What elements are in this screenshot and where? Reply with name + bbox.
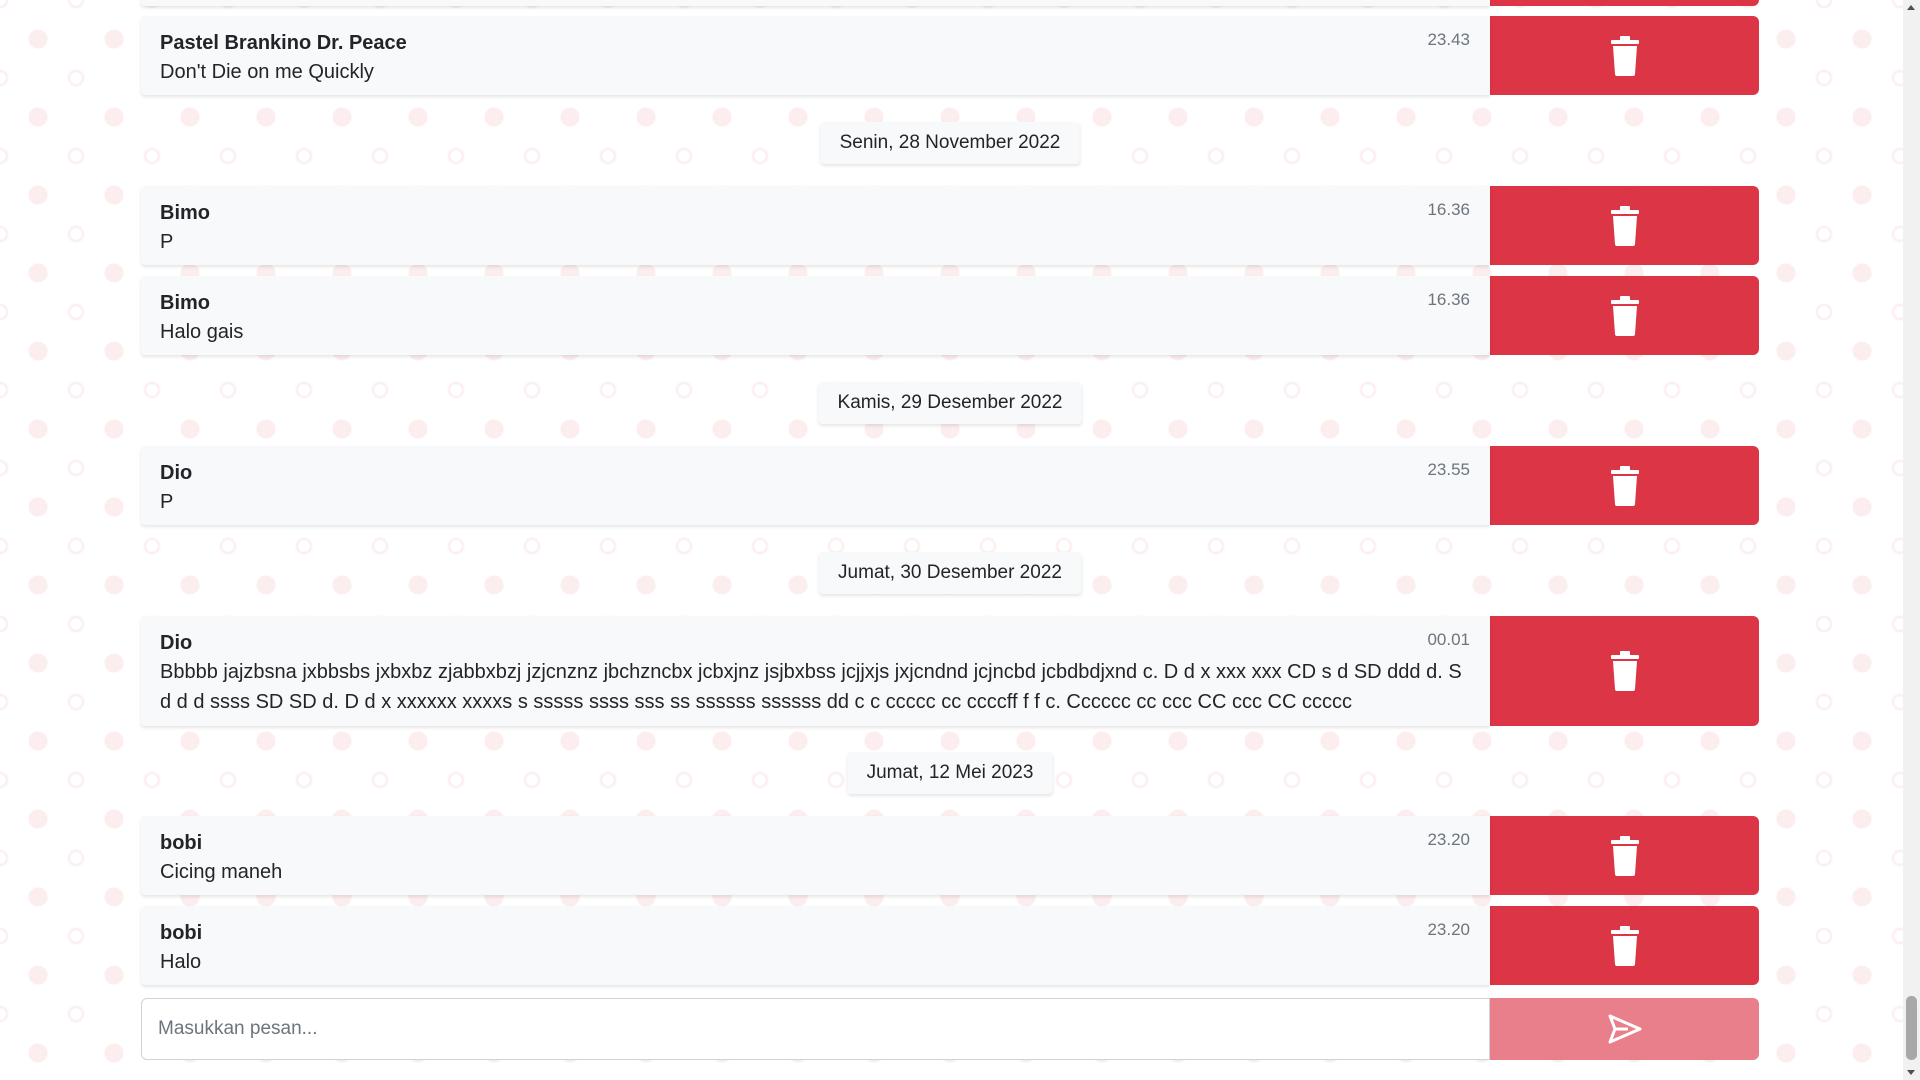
message-sender: Bimo bbox=[160, 202, 210, 224]
trash-icon bbox=[1610, 295, 1639, 336]
send-button[interactable] bbox=[1490, 998, 1759, 1060]
scroll-thumb[interactable] bbox=[1906, 996, 1917, 1060]
message-bubble bbox=[141, 0, 1490, 6]
message-bubble: bobi Cicing maneh 23.20 bbox=[141, 816, 1490, 895]
message-row-partial bbox=[141, 0, 1759, 6]
delete-button[interactable] bbox=[1490, 276, 1759, 355]
delete-button[interactable] bbox=[1490, 616, 1759, 726]
message-time: 23.55 bbox=[1427, 460, 1470, 479]
trash-icon bbox=[1610, 35, 1639, 76]
trash-icon bbox=[1610, 205, 1639, 246]
message-text: P bbox=[160, 231, 174, 253]
delete-button[interactable] bbox=[1490, 446, 1759, 525]
message-input[interactable] bbox=[141, 998, 1490, 1060]
message-bubble: Pastel Brankino Dr. Peace Don't Die on m… bbox=[141, 16, 1490, 95]
message-time: 23.43 bbox=[1427, 30, 1470, 49]
message-row: Bimo P 16.36 bbox=[141, 186, 1759, 265]
delete-button[interactable] bbox=[1490, 0, 1759, 6]
trash-icon bbox=[1610, 835, 1639, 876]
message-row: Pastel Brankino Dr. Peace Don't Die on m… bbox=[141, 16, 1759, 95]
date-separator: Jumat, 30 Desember 2022 bbox=[819, 552, 1081, 594]
trash-icon bbox=[1610, 465, 1639, 506]
delete-button[interactable] bbox=[1490, 186, 1759, 265]
message-sender: Bimo bbox=[160, 292, 210, 314]
date-separator: Jumat, 12 Mei 2023 bbox=[847, 752, 1053, 794]
message-sender: Pastel Brankino Dr. Peace bbox=[160, 32, 407, 54]
message-row: Dio Bbbbb jajzbsna jxbbsbs jxbxbz zjabbx… bbox=[141, 616, 1759, 726]
message-bubble: Dio P 23.55 bbox=[141, 446, 1490, 525]
delete-button[interactable] bbox=[1490, 816, 1759, 895]
message-bubble: bobi Halo 23.20 bbox=[141, 906, 1490, 985]
message-time: 00.01 bbox=[1427, 630, 1470, 649]
message-bubble: Dio Bbbbb jajzbsna jxbbsbs jxbxbz zjabbx… bbox=[141, 616, 1490, 726]
message-time: 16.36 bbox=[1427, 200, 1470, 219]
message-time: 16.36 bbox=[1427, 290, 1470, 309]
message-text: P bbox=[160, 491, 174, 513]
message-bubble: Bimo Halo gais 16.36 bbox=[141, 276, 1490, 355]
delete-button[interactable] bbox=[1490, 906, 1759, 985]
delete-button[interactable] bbox=[1490, 16, 1759, 95]
message-row: Dio P 23.55 bbox=[141, 446, 1759, 525]
message-time: 23.20 bbox=[1427, 920, 1470, 939]
message-time: 23.20 bbox=[1427, 830, 1470, 849]
message-sender: Dio bbox=[160, 632, 193, 654]
message-text: Don't Die on me Quickly bbox=[160, 61, 374, 83]
message-row: Bimo Halo gais 16.36 bbox=[141, 276, 1759, 355]
chat-container: Pastel Brankino Dr. Peace Don't Die on m… bbox=[141, 0, 1759, 1080]
trash-icon bbox=[1610, 651, 1639, 691]
date-separator: Senin, 28 November 2022 bbox=[820, 122, 1080, 164]
message-sender: bobi bbox=[160, 832, 203, 854]
message-sender: bobi bbox=[160, 922, 203, 944]
message-text: Halo bbox=[160, 951, 202, 973]
send-icon bbox=[1608, 1014, 1641, 1044]
message-text: Cicing maneh bbox=[160, 861, 283, 883]
message-row: bobi Halo 23.20 bbox=[141, 906, 1759, 985]
message-composer bbox=[141, 998, 1759, 1060]
message-sender: Dio bbox=[160, 462, 193, 484]
message-text: Halo gais bbox=[160, 321, 244, 343]
message-text: Bbbbb jajzbsna jxbbsbs jxbxbz zjabbxbzj … bbox=[160, 661, 1462, 713]
trash-icon bbox=[1610, 925, 1639, 966]
scrollbar[interactable] bbox=[1903, 0, 1920, 1080]
scroll-up-arrow-icon[interactable] bbox=[1907, 5, 1915, 10]
message-row: bobi Cicing maneh 23.20 bbox=[141, 816, 1759, 895]
message-bubble: Bimo P 16.36 bbox=[141, 186, 1490, 265]
scroll-down-arrow-icon[interactable] bbox=[1907, 1070, 1915, 1075]
date-separator: Kamis, 29 Desember 2022 bbox=[818, 382, 1082, 424]
